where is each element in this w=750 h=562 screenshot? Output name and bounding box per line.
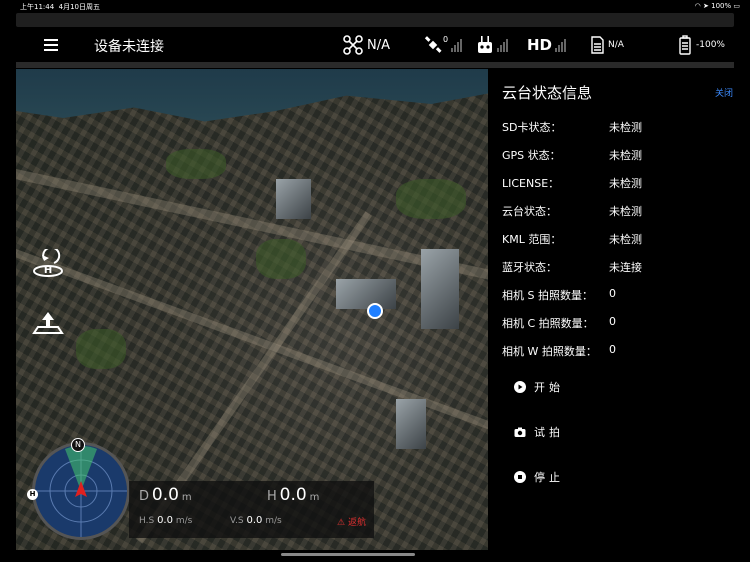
battery-icon: ▭ <box>733 2 740 10</box>
compass-north-marker: N <box>71 438 85 452</box>
hd-signal-bars <box>555 38 567 52</box>
radar-compass <box>32 442 130 540</box>
status-row-camera-s: 相机 S 拍照数量： 0 <box>502 287 616 302</box>
vertical-speed-readout: V.S 0.0 m/s <box>230 515 282 526</box>
top-toolbar: 设备未连接 N/A 0 HD N/A -100% <box>0 28 750 62</box>
date: 4月10日周五 <box>58 3 101 11</box>
harbor-water <box>16 69 488 122</box>
rc-signal-indicator[interactable] <box>476 34 508 56</box>
compass-home-marker: H <box>27 489 38 500</box>
distance-readout: D 0.0 m <box>139 485 192 505</box>
menu-icon[interactable] <box>44 39 58 51</box>
status-row-bluetooth: 蓝牙状态： 未连接 <box>502 261 642 274</box>
svg-text:H: H <box>44 265 52 276</box>
gps-count: 0 <box>443 34 449 44</box>
camera-icon <box>514 427 526 437</box>
panel-title: 云台状态信息 <box>502 84 593 102</box>
stop-icon <box>514 471 526 483</box>
takeoff-icon[interactable] <box>30 309 66 339</box>
start-button[interactable]: 开始 <box>514 379 564 395</box>
test-shot-button[interactable]: 试拍 <box>514 424 564 440</box>
warning-icon: ⚠ <box>337 518 346 528</box>
battery-indicator[interactable]: -100% <box>678 34 725 56</box>
status-row-gps: GPS 状态： 未检测 <box>502 149 642 162</box>
wifi-icon: ◠ <box>694 2 701 10</box>
camera-storage-value: N/A <box>608 40 624 50</box>
divider-bar <box>16 62 734 68</box>
hd-label: HD <box>527 36 553 54</box>
return-home-warning: ⚠ 返航 <box>337 518 366 528</box>
aircraft-battery-icon <box>679 35 691 55</box>
drone-icon <box>343 35 363 55</box>
camera-storage-indicator[interactable]: N/A <box>589 34 624 56</box>
status-row-camera-w: 相机 W 拍照数量： 0 <box>502 343 616 358</box>
clock: 上午11:44 <box>20 3 55 11</box>
flight-mode-value: N/A <box>367 37 390 53</box>
satellite-icon <box>424 36 442 53</box>
connection-status-title: 设备未连接 <box>94 39 164 55</box>
home-point-icon[interactable]: H <box>30 249 66 279</box>
rc-signal-bars <box>497 38 508 52</box>
system-status-bar: 上午11:44 4月10日周五 ◠ ➤ 100% ▭ <box>0 0 750 12</box>
top-strip <box>16 13 734 27</box>
sd-card-icon <box>591 36 604 54</box>
play-icon <box>514 381 526 393</box>
gps-signal-bars <box>451 38 463 52</box>
location-icon: ➤ <box>703 2 709 10</box>
status-row-license: LICENSE： 未检测 <box>502 177 642 190</box>
gps-indicator[interactable]: 0 <box>423 34 463 56</box>
status-row-camera-c: 相机 C 拍照数量： 0 <box>502 315 616 330</box>
satellite-map[interactable]: H N H D 0.0 m H 0.0 m H.S 0.0 m/s V.S 0.… <box>16 69 488 550</box>
status-row-kml: KML 范围： 未检测 <box>502 233 642 246</box>
status-row-sd: SD卡状态： 未检测 <box>502 121 642 134</box>
battery-value: -100% <box>696 40 725 50</box>
telemetry-panel: D 0.0 m H 0.0 m H.S 0.0 m/s V.S 0.0 m/s … <box>129 481 374 538</box>
close-button[interactable]: 关闭 <box>715 86 733 99</box>
remote-controller-icon <box>478 36 492 53</box>
hd-signal-indicator[interactable]: HD <box>527 34 567 56</box>
current-location-marker <box>367 303 383 319</box>
stop-button[interactable]: 停止 <box>514 469 564 485</box>
battery-text: 100% <box>711 2 732 10</box>
height-readout: H 0.0 m <box>267 485 320 505</box>
gimbal-status-panel: 云台状态信息 关闭 SD卡状态： 未检测 GPS 状态： 未检测 LICENSE：未… <box>489 69 750 550</box>
flight-mode-indicator[interactable]: N/A <box>343 34 390 56</box>
horizontal-speed-readout: H.S 0.0 m/s <box>139 515 193 526</box>
status-row-gimbal: 云台状态： 未检测 <box>502 205 642 218</box>
home-indicator <box>281 553 415 556</box>
